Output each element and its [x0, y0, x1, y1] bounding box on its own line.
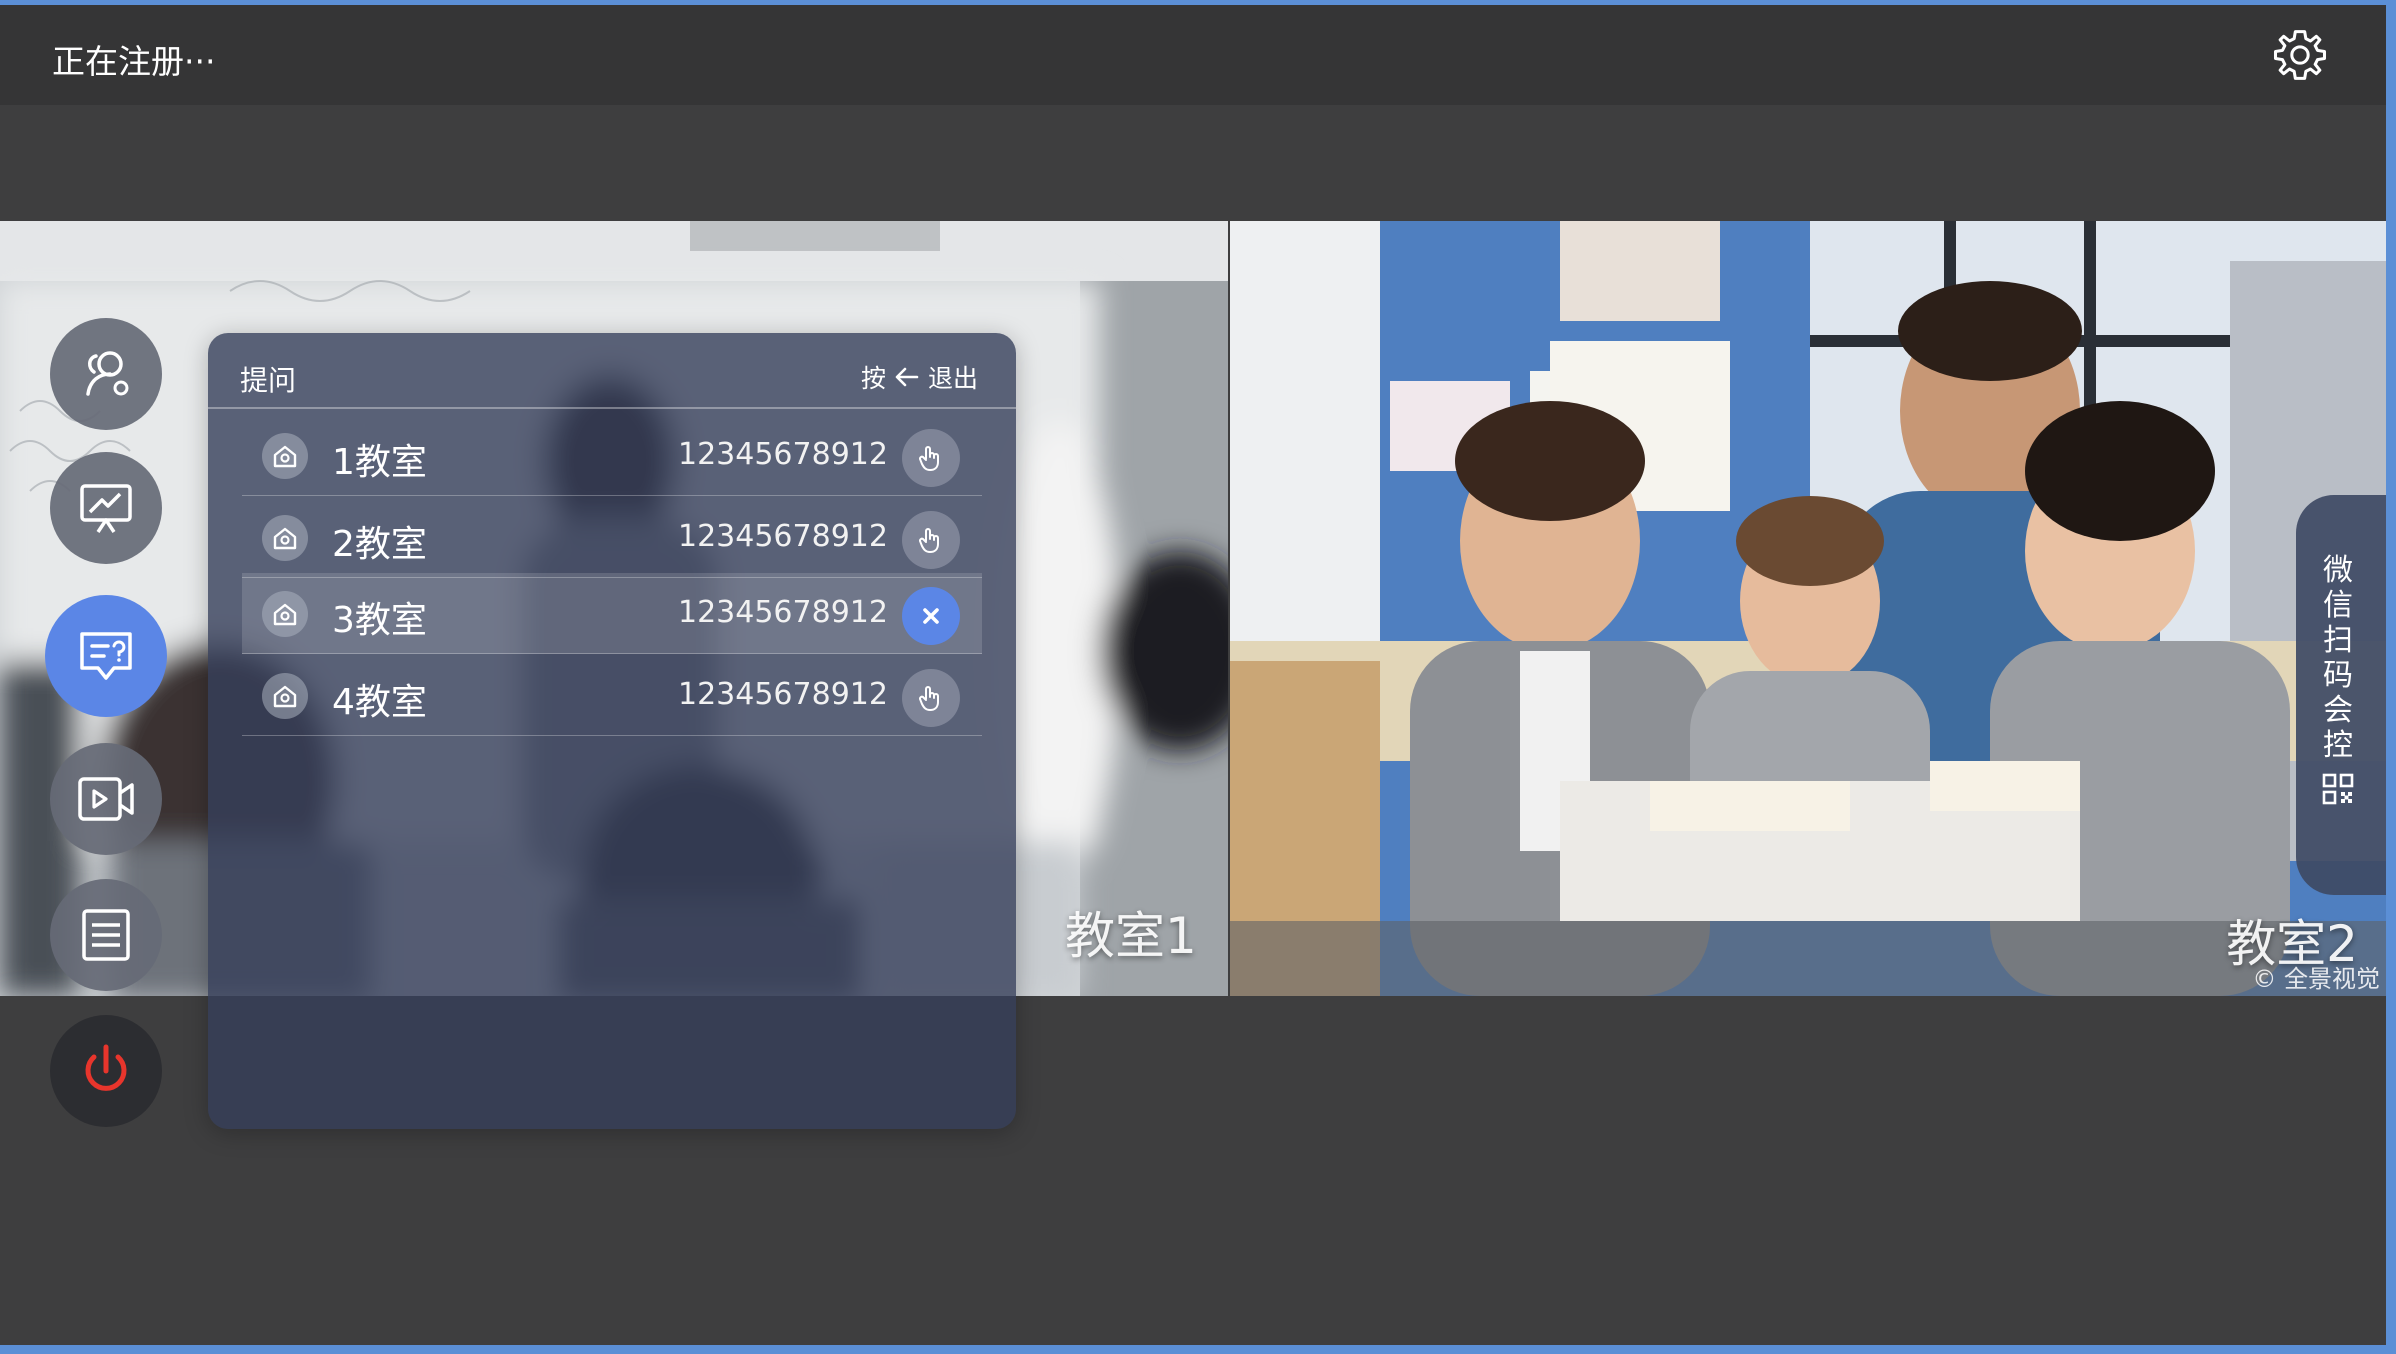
- classroom-row-selected[interactable]: 3教室 12345678912: [242, 573, 982, 654]
- app-screen: 正在注册··· 教室1 教室2 © 全景视觉 微信扫码会控 提问 按 退出 1教…: [0, 5, 2386, 1345]
- video-classroom-2[interactable]: 教室2 © 全景视觉: [1230, 221, 2386, 996]
- classroom-2-video-image: [1230, 221, 2386, 996]
- classroom-name: 1教室: [332, 442, 427, 483]
- classroom-number: 12345678912: [678, 519, 888, 554]
- wechat-scan-control-tab[interactable]: 微信扫码会控: [2296, 495, 2386, 895]
- top-bar: 正在注册···: [0, 5, 2386, 105]
- power-icon: [85, 1044, 127, 1091]
- raise-hand-button[interactable]: [902, 429, 960, 487]
- home-icon: [262, 673, 308, 719]
- classroom-number: 12345678912: [678, 677, 888, 712]
- question-panel: 提问 按 退出 1教室 12345678912 2教室 12345678912: [208, 333, 1016, 1129]
- panel-title: 提问: [240, 364, 297, 397]
- hand-icon: [919, 528, 939, 553]
- raise-hand-button[interactable]: [902, 511, 960, 569]
- classroom-name: 4教室: [332, 682, 427, 723]
- home-icon: [262, 515, 308, 561]
- question-chat-icon: [80, 632, 132, 680]
- document-button[interactable]: [50, 879, 162, 991]
- question-button[interactable]: [45, 595, 167, 717]
- screen-share-button[interactable]: [50, 452, 162, 564]
- hand-icon: [919, 686, 939, 711]
- classroom-name: 2教室: [332, 524, 427, 565]
- raise-hand-button[interactable]: [902, 669, 960, 727]
- classroom-name: 3教室: [332, 600, 427, 641]
- screen-share-icon: [80, 484, 132, 533]
- classroom-row[interactable]: 4教室 12345678912: [242, 655, 982, 736]
- watermark: © 全景视觉: [2252, 965, 2380, 993]
- video-button[interactable]: [50, 743, 162, 855]
- settings-button[interactable]: [2272, 27, 2328, 83]
- exit-hint: 按 退出: [861, 359, 978, 395]
- exit-hint-suffix: 退出: [927, 364, 978, 393]
- user-management-icon: [86, 351, 129, 396]
- qr-code-icon: [2322, 773, 2354, 805]
- home-icon: [262, 433, 308, 479]
- gear-icon: [2273, 30, 2327, 80]
- classroom-number: 12345678912: [678, 437, 888, 472]
- cancel-question-button[interactable]: [902, 587, 960, 645]
- video-camera-icon: [78, 777, 134, 821]
- exit-hint-prefix: 按: [860, 364, 886, 393]
- document-list-icon: [82, 909, 130, 961]
- home-icon: [262, 591, 308, 637]
- wechat-scan-label: 微信扫码会控: [2323, 553, 2353, 763]
- classroom-row[interactable]: 2教室 12345678912: [242, 497, 982, 578]
- classroom-number: 12345678912: [678, 595, 888, 630]
- back-arrow-icon: [895, 367, 919, 387]
- participant-management-button[interactable]: [50, 318, 162, 430]
- hand-icon: [919, 446, 939, 471]
- registration-status: 正在注册···: [52, 42, 216, 81]
- close-icon: [923, 608, 939, 624]
- classroom-row[interactable]: 1教室 12345678912: [242, 415, 982, 496]
- classroom-1-label: 教室1: [1065, 907, 1197, 965]
- power-button[interactable]: [50, 1015, 162, 1127]
- panel-divider: [208, 407, 1016, 409]
